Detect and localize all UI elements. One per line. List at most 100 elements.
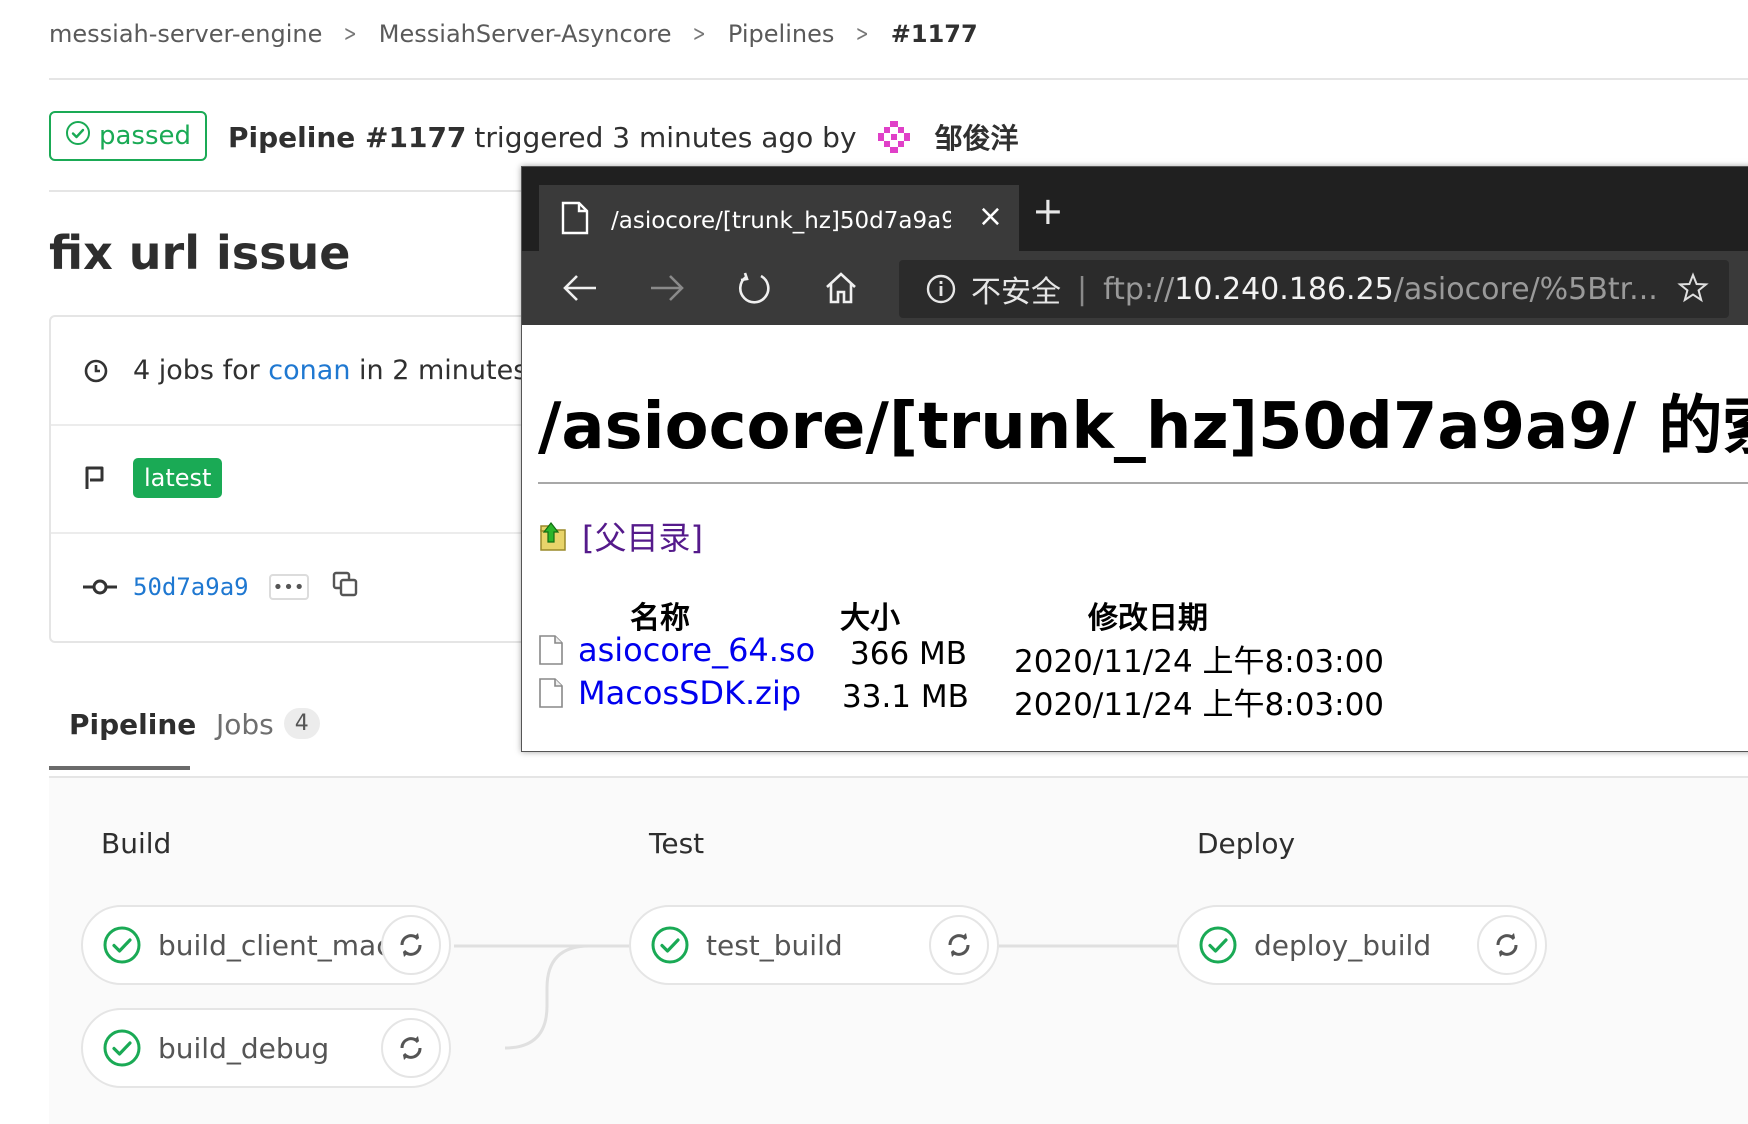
arrow-left-icon [563,275,596,301]
breadcrumb-item[interactable]: MessiahServer-Asyncore [379,20,672,48]
folder-up-icon [540,522,566,551]
close-icon[interactable]: × [978,199,1003,234]
more-button[interactable]: ••• [268,574,309,600]
flag-icon [83,465,133,491]
document-icon [561,201,589,235]
browser-tabbar: /asiocore/[trunk_hz]50d7a9a9/ 的 × + [522,167,1748,251]
check-circle-icon [65,120,91,153]
success-icon [102,1028,142,1068]
status-badge[interactable]: passed [49,111,207,161]
insecure-label: 不安全 [971,275,1061,310]
stage-title-deploy: Deploy [1197,827,1296,860]
retry-button[interactable] [381,1018,441,1078]
column-header-size: 大小 [840,601,900,636]
retry-button[interactable] [381,915,441,975]
address-separator: | [1077,271,1088,307]
job-deploy-build[interactable]: deploy_build [1177,905,1547,985]
breadcrumb: messiah-server-engine > MessiahServer-As… [49,16,978,52]
retry-icon [400,1036,422,1060]
clock-icon [83,358,133,384]
pipeline-name: Pipeline #1177 [228,120,467,154]
success-icon [1198,925,1238,965]
pipeline-graph: Build Test Deploy build_client_macos bui… [49,778,1748,1124]
pipeline-triggered: triggered 3 minutes ago by [474,120,857,154]
commit-sha-link[interactable]: 50d7a9a9 [133,573,249,601]
browser-window: /asiocore/[trunk_hz]50d7a9a9/ 的 × + 不安全 … [521,166,1748,752]
file-date: 2020/11/24 上午8:03:00 [1014,644,1385,680]
address-bar[interactable]: 不安全 | ftp://10.240.186.25/asiocore/%5Btr… [899,260,1729,318]
file-date: 2020/11/24 上午8:03:00 [1014,687,1385,723]
retry-icon [400,933,422,957]
column-header-date: 修改日期 [1088,601,1208,636]
success-icon [650,925,690,965]
arrow-right-icon [651,275,684,301]
copy-icon[interactable] [331,570,359,605]
job-build-client-macos[interactable]: build_client_macos [81,905,451,985]
success-icon [102,925,142,965]
file-name: asiocore_64.so [578,631,816,669]
url-host: 10.240.186.25 [1174,271,1394,307]
chevron-right-icon: > [693,21,707,47]
home-button[interactable] [818,265,864,311]
home-icon [826,272,856,304]
breadcrumb-item[interactable]: Pipelines [728,20,834,48]
jobs-summary-row: 4 jobs for conan in 2 minutes an [51,317,587,426]
divider [538,482,1748,484]
retry-button[interactable] [929,915,989,975]
tag-row: latest [51,424,587,534]
file-icon [539,635,563,665]
file-link[interactable]: asiocore_64.so [538,631,815,669]
pipeline-header: Pipeline #1177 triggered 3 minutes ago b… [228,116,1019,158]
tab-jobs[interactable]: Jobs 4 [190,700,340,770]
latest-badge: latest [133,458,223,498]
divider [49,78,1748,80]
file-name: MacosSDK.zip [578,674,802,712]
commit-icon [83,577,133,597]
url-protocol: ftp:// [1103,271,1175,307]
back-button[interactable] [557,265,603,311]
tab-jobs-label: Jobs [216,708,274,741]
pipeline-tabs: Pipeline Jobs 4 [49,700,340,778]
tab-pipeline[interactable]: Pipeline [49,700,196,770]
star-icon[interactable] [1677,272,1709,312]
file-size: 366 MB [850,636,968,672]
file-link[interactable]: MacosSDK.zip [538,674,801,712]
commit-title: fix url issue [49,226,351,280]
refresh-icon [739,272,770,304]
index-heading: /asiocore/[trunk_hz]50d7a9a9/ 的索引 [538,390,1748,464]
jobs-prefix: 4 jobs for [133,355,260,386]
pipeline-info-card: 4 jobs for conan in 2 minutes an latest … [49,315,589,643]
browser-content: /asiocore/[trunk_hz]50d7a9a9/ 的索引 [父目录] … [522,325,1748,751]
job-name: build_debug [158,1031,330,1065]
browser-tab[interactable]: /asiocore/[trunk_hz]50d7a9a9/ 的 × [539,185,1019,251]
job-test-build[interactable]: test_build [629,905,999,985]
branch-link[interactable]: conan [268,355,350,386]
stage-title-build: Build [101,827,172,860]
stage-title-test: Test [649,827,705,860]
breadcrumb-item[interactable]: messiah-server-engine [49,20,322,48]
author-name[interactable]: 邹俊洋 [935,117,1019,157]
breadcrumb-current[interactable]: #1177 [891,20,978,48]
parent-directory-link[interactable]: [父目录] [538,513,703,559]
commit-row: 50d7a9a9 ••• [51,532,587,642]
new-tab-button[interactable]: + [1032,189,1064,233]
browser-tab-title: /asiocore/[trunk_hz]50d7a9a9/ 的 [611,208,951,234]
browser-toolbar: 不安全 | ftp://10.240.186.25/asiocore/%5Btr… [522,251,1748,325]
status-label: passed [99,121,192,151]
retry-icon [1496,933,1518,957]
job-build-debug[interactable]: build_debug [81,1008,451,1088]
jobs-count-badge: 4 [283,708,320,739]
parent-directory-label: [父目录] [582,519,703,557]
job-name: deploy_build [1254,928,1432,962]
info-icon[interactable] [925,273,957,305]
file-icon [539,678,563,708]
refresh-button[interactable] [731,265,777,311]
forward-button[interactable] [644,265,690,311]
file-size: 33.1 MB [842,679,969,715]
avatar[interactable] [873,116,915,158]
retry-icon [948,933,970,957]
chevron-right-icon: > [344,21,358,47]
retry-button[interactable] [1477,915,1537,975]
job-name: test_build [706,928,843,962]
url-path: /asiocore/%5Btr... [1393,271,1658,307]
